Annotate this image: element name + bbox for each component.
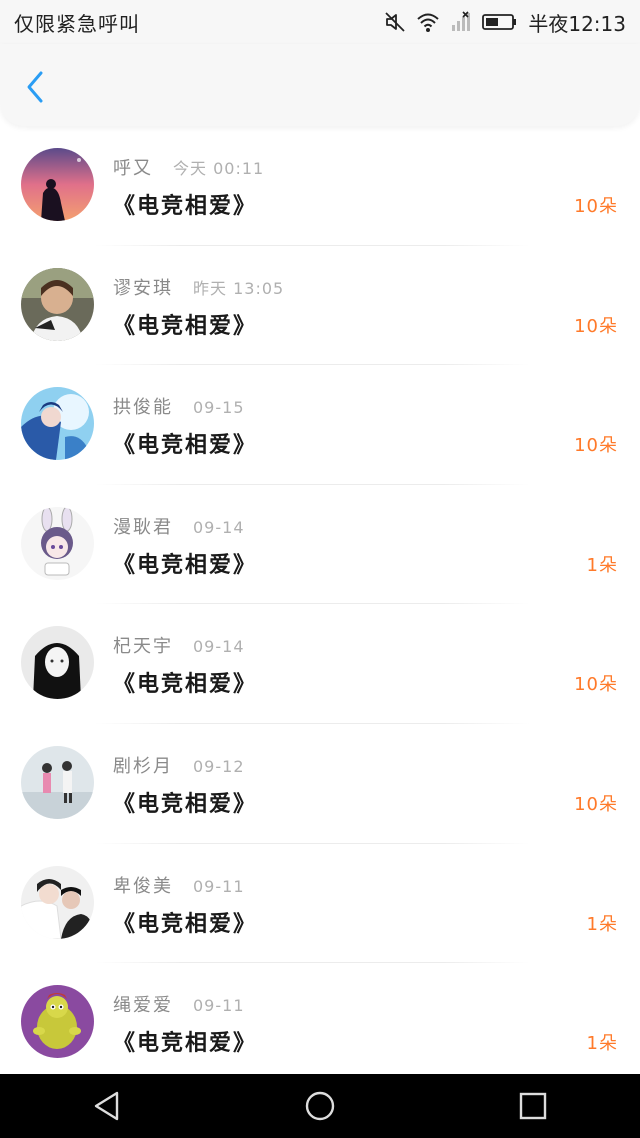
- name-time-line: 卑俊美 09-11: [113, 872, 245, 898]
- status-icons: 半夜12:13: [384, 8, 626, 37]
- gift-title: 《电竞相爱》: [113, 791, 258, 817]
- gift-title: 《电竞相爱》: [113, 911, 258, 937]
- name-time-line: 剧杉月 09-12: [113, 752, 245, 778]
- sender-name: 绳爱爱: [113, 995, 173, 1017]
- app-header: [0, 44, 640, 126]
- list-item[interactable]: 剧杉月 09-12 《电竞相爱》 10朵: [0, 724, 640, 844]
- wifi-icon: [416, 11, 440, 33]
- avatar[interactable]: [21, 745, 94, 819]
- avatar[interactable]: [21, 267, 94, 341]
- triangle-back-icon: [94, 1091, 118, 1121]
- name-time-line: 绳爱爱 09-11: [113, 991, 245, 1017]
- list-item[interactable]: 呼又 今天 00:11 《电竞相爱》 10朵: [0, 126, 640, 246]
- gift-amount: 1朵: [586, 1033, 618, 1055]
- avatar[interactable]: [21, 148, 94, 221]
- circle-home-icon: [305, 1091, 335, 1121]
- back-button[interactable]: [18, 68, 52, 106]
- send-time: 09-12: [193, 756, 245, 776]
- name-time-line: 漫耿君 09-14: [113, 513, 245, 539]
- nav-recents-button[interactable]: [503, 1076, 563, 1136]
- gift-amount: 10朵: [574, 674, 618, 696]
- avatar[interactable]: [21, 506, 94, 580]
- name-time-line: 拱俊能 09-15: [113, 393, 245, 419]
- send-time: 今天 00:11: [173, 159, 265, 178]
- gift-title: 《电竞相爱》: [113, 313, 258, 339]
- status-bar: 仅限紧急呼叫 半夜12:13: [0, 0, 640, 44]
- list-item[interactable]: 杞天宇 09-14 《电竞相爱》 10朵: [0, 604, 640, 724]
- name-time-line: 谬安琪 昨天 13:05: [113, 274, 284, 300]
- mute-icon: [384, 11, 406, 33]
- signal-icon: [450, 11, 472, 33]
- gift-title: 《电竞相爱》: [113, 552, 258, 578]
- sender-name: 剧杉月: [113, 755, 173, 777]
- square-recents-icon: [520, 1092, 547, 1120]
- list-item[interactable]: 漫耿君 09-14 《电竞相爱》 1朵: [0, 485, 640, 605]
- gift-title: 《电竞相爱》: [113, 1031, 258, 1057]
- gift-amount: 10朵: [574, 196, 618, 217]
- list-item[interactable]: 拱俊能 09-15 《电竞相爱》 10朵: [0, 365, 640, 485]
- sender-name: 拱俊能: [113, 397, 173, 419]
- name-time-line: 呼又 今天 00:11: [113, 154, 264, 180]
- send-time: 昨天 13:05: [193, 278, 285, 298]
- nav-home-button[interactable]: [290, 1076, 350, 1136]
- send-time: 09-15: [193, 398, 245, 418]
- send-time: 09-14: [193, 517, 245, 537]
- avatar[interactable]: [21, 626, 94, 700]
- status-emergency-text: 仅限紧急呼叫: [14, 11, 140, 36]
- gift-amount: 10朵: [574, 315, 618, 337]
- gift-amount: 10朵: [574, 435, 618, 457]
- send-time: 09-11: [193, 996, 245, 1016]
- gift-record-list[interactable]: 呼又 今天 00:11 《电竞相爱》 10朵 谬安琪 昨天 13:05 《电竞相…: [0, 126, 640, 1074]
- nav-back-button[interactable]: [77, 1076, 137, 1136]
- chevron-left-icon: [27, 71, 43, 103]
- gift-title: 《电竞相爱》: [113, 672, 258, 698]
- list-item[interactable]: 绳爱爱 09-11 《电竞相爱》 1朵: [0, 963, 640, 1074]
- avatar[interactable]: [21, 387, 94, 461]
- gift-title: 《电竞相爱》: [113, 194, 258, 219]
- status-time: 半夜12:13: [528, 11, 626, 36]
- gift-amount: 10朵: [574, 793, 618, 815]
- sender-name: 杞天宇: [113, 636, 173, 658]
- send-time: 09-14: [193, 637, 245, 657]
- name-time-line: 杞天宇 09-14: [113, 632, 245, 658]
- battery-icon: [482, 12, 518, 32]
- avatar[interactable]: [21, 865, 94, 939]
- avatar[interactable]: [21, 985, 94, 1059]
- sender-name: 漫耿君: [113, 516, 173, 538]
- sender-name: 卑俊美: [113, 875, 173, 897]
- gift-amount: 1朵: [586, 913, 618, 935]
- system-nav-bar: [0, 1074, 640, 1138]
- list-item[interactable]: 卑俊美 09-11 《电竞相爱》 1朵: [0, 844, 640, 964]
- send-time: 09-11: [193, 876, 245, 896]
- list-item[interactable]: 谬安琪 昨天 13:05 《电竞相爱》 10朵: [0, 246, 640, 366]
- sender-name: 呼又: [113, 158, 153, 179]
- sender-name: 谬安琪: [113, 277, 173, 299]
- gift-title: 《电竞相爱》: [113, 433, 258, 459]
- gift-amount: 1朵: [586, 554, 618, 576]
